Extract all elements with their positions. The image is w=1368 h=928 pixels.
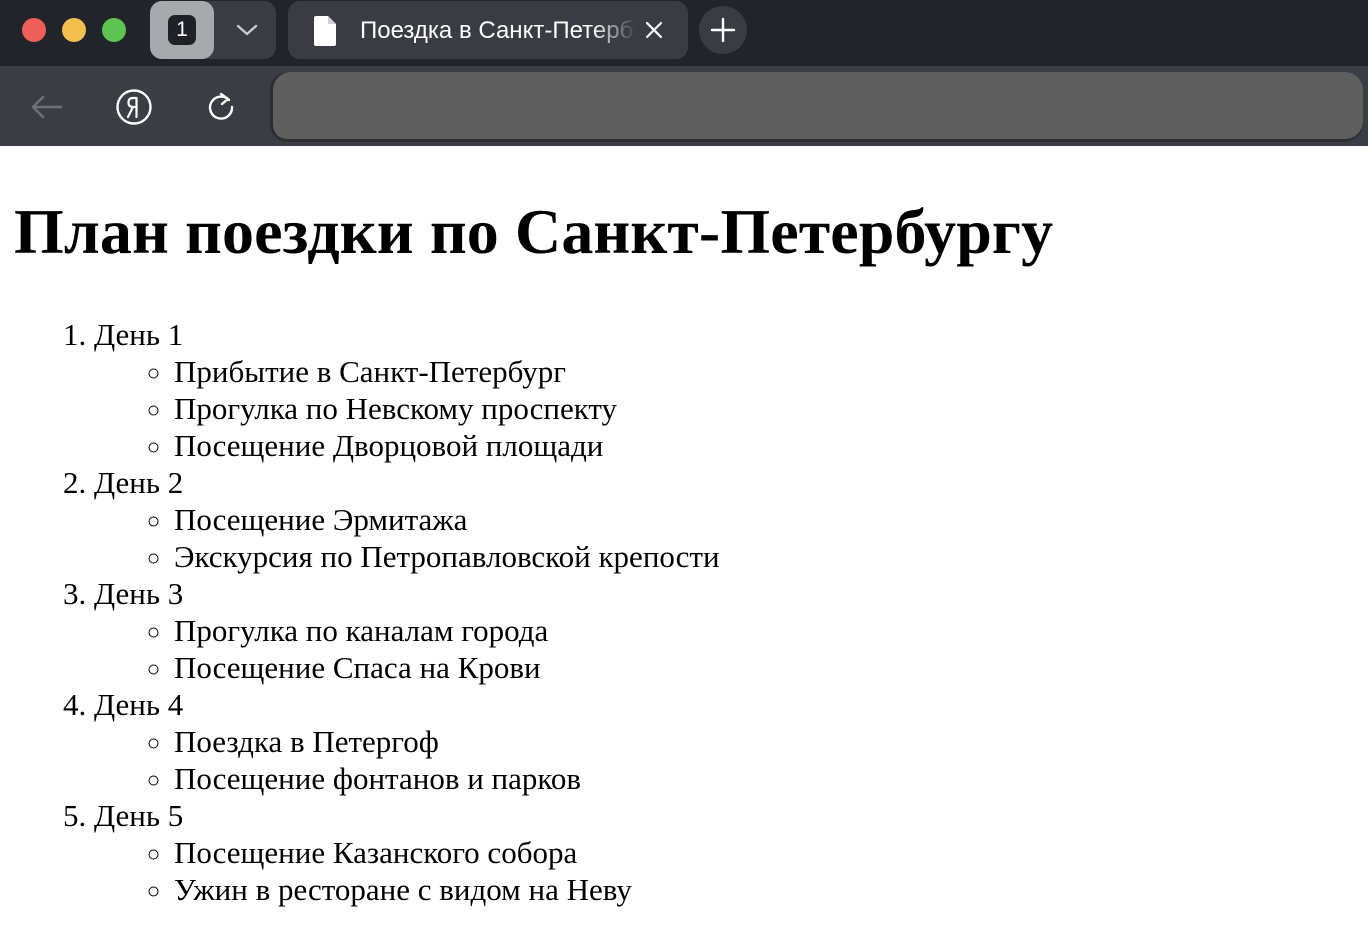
activity-list: Прибытие в Санкт-Петербург Прогулка по Н… <box>94 353 1368 464</box>
close-icon[interactable] <box>644 20 664 45</box>
reload-button[interactable] <box>201 87 241 127</box>
activity-item: Прогулка по каналам города <box>174 612 1368 649</box>
day-item: День 3 Прогулка по каналам города Посеще… <box>94 575 1368 686</box>
activity-list: Поездка в Петергоф Посещение фонтанов и … <box>94 723 1368 797</box>
activity-item: Посещение Эрмитажа <box>174 501 1368 538</box>
tab-switcher[interactable]: 1 <box>150 1 276 59</box>
activity-item: Прогулка по Невскому проспекту <box>174 390 1368 427</box>
tab-count-button[interactable]: 1 <box>150 1 214 59</box>
back-button[interactable] <box>26 87 66 127</box>
day-label: День 3 <box>94 576 184 611</box>
activity-item: Посещение фонтанов и парков <box>174 760 1368 797</box>
activity-item: Посещение Дворцовой площади <box>174 427 1368 464</box>
day-item: День 2 Посещение Эрмитажа Экскурсия по П… <box>94 464 1368 575</box>
day-item: День 4 Поездка в Петергоф Посещение фонт… <box>94 686 1368 797</box>
day-item: День 1 Прибытие в Санкт-Петербург Прогул… <box>94 316 1368 464</box>
activity-list: Прогулка по каналам города Посещение Спа… <box>94 612 1368 686</box>
tab-active[interactable]: Поездка в Санкт-Петербург <box>288 1 688 59</box>
arrow-left-icon <box>31 95 63 119</box>
yandex-logo-icon <box>116 89 152 125</box>
reload-icon <box>208 92 234 120</box>
toolbar <box>0 66 1368 146</box>
document-icon <box>314 16 336 51</box>
activity-item: Прибытие в Санкт-Петербург <box>174 353 1368 390</box>
day-item: День 5 Посещение Казанского собора Ужин … <box>94 797 1368 908</box>
chevron-down-icon[interactable] <box>230 15 264 45</box>
window-zoom-button[interactable] <box>102 18 126 42</box>
activity-list: Посещение Казанского собора Ужин в ресто… <box>94 834 1368 908</box>
activity-item: Экскурсия по Петропавловской крепости <box>174 538 1368 575</box>
tab-count: 1 <box>168 15 196 45</box>
window-minimize-button[interactable] <box>62 18 86 42</box>
day-label: День 5 <box>94 798 184 833</box>
title-bar: 1 Поездка в Санкт-Петербург <box>0 0 1368 66</box>
activity-item: Посещение Казанского собора <box>174 834 1368 871</box>
activity-list: Посещение Эрмитажа Экскурсия по Петропав… <box>94 501 1368 575</box>
browser-window: 1 Поездка в Санкт-Петербург <box>0 0 1368 146</box>
window-close-button[interactable] <box>22 18 46 42</box>
day-label: День 4 <box>94 687 184 722</box>
day-label: День 1 <box>94 317 184 352</box>
page-content: План поездки по Санкт-Петербургу День 1 … <box>0 192 1368 908</box>
yandex-button[interactable] <box>114 87 154 127</box>
activity-item: Посещение Спаса на Крови <box>174 649 1368 686</box>
plus-icon <box>710 17 736 43</box>
activity-item: Поездка в Петергоф <box>174 723 1368 760</box>
day-list: День 1 Прибытие в Санкт-Петербург Прогул… <box>14 316 1368 908</box>
page-title: План поездки по Санкт-Петербургу <box>14 196 1054 267</box>
activity-item: Ужин в ресторане с видом на Неву <box>174 871 1368 908</box>
new-tab-button[interactable] <box>699 6 747 54</box>
day-label: День 2 <box>94 465 184 500</box>
tab-title: Поездка в Санкт-Петербург <box>360 17 636 44</box>
address-bar[interactable] <box>270 72 1363 142</box>
